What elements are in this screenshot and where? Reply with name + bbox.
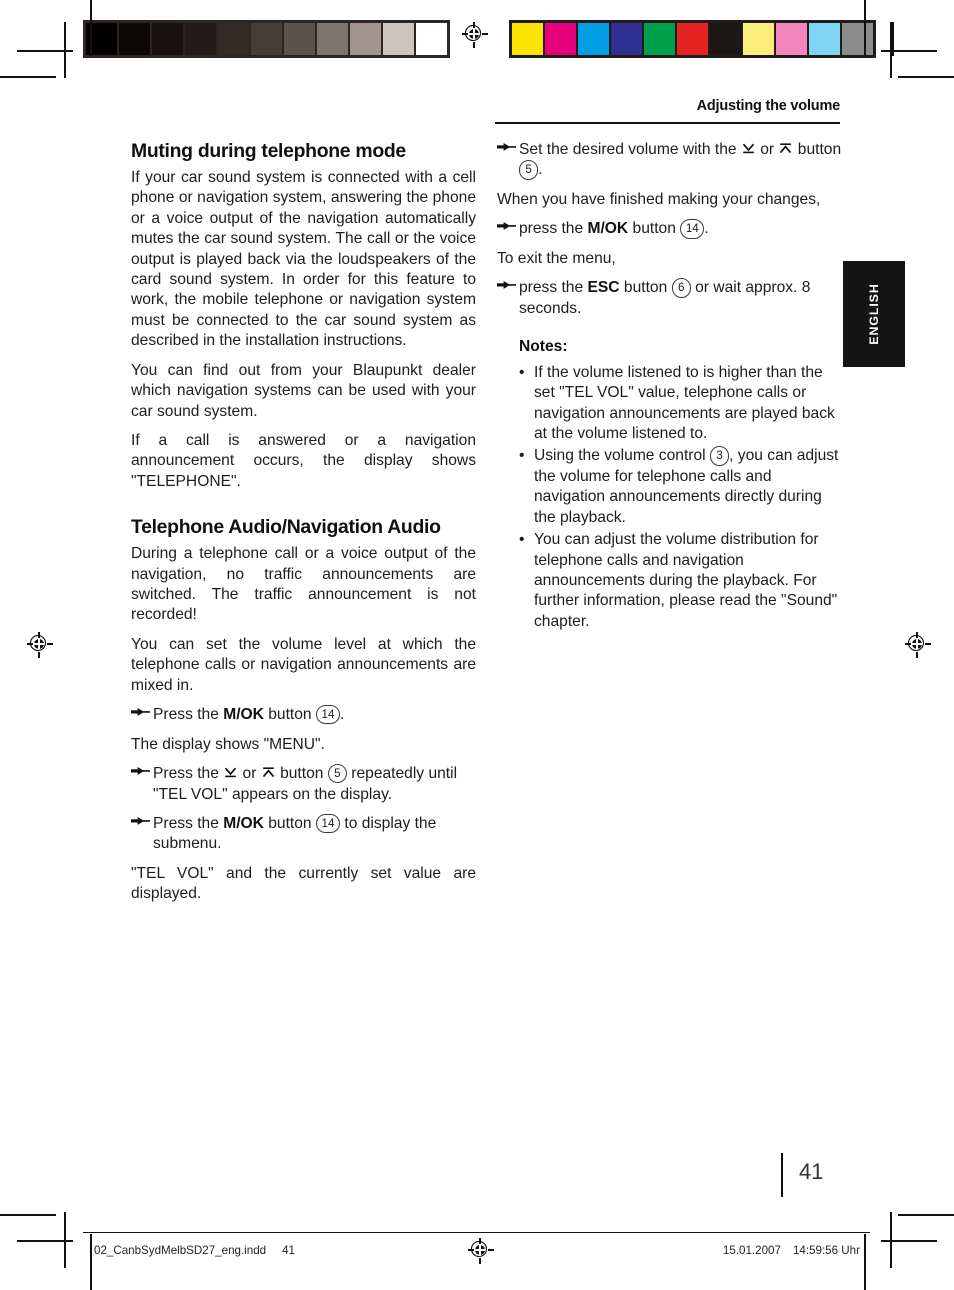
footer-date: 15.01.2007: [722, 1244, 781, 1257]
pointing-hand-icon: [131, 764, 153, 778]
step-text: press the ESC button 6 or wait approx. 8…: [519, 278, 842, 319]
reference-number-3: 3: [709, 446, 730, 466]
list-item: • If the volume listened to is higher th…: [519, 363, 842, 445]
step-text: Set the desired volume with the or butto…: [519, 140, 842, 181]
step-mid: button: [275, 765, 328, 783]
paragraph-muting-intro: If your car sound system is connected wi…: [131, 168, 476, 350]
button-label-esc: ESC: [587, 279, 620, 297]
notes-list: • If the volume listened to is higher th…: [497, 363, 842, 633]
pointing-hand-icon: [131, 814, 153, 828]
reference-number-6: 6: [671, 278, 691, 298]
language-tab-label: ENGLISH: [867, 283, 881, 345]
step-text: press the M/OK button 14.: [519, 219, 842, 240]
footer-slug: 02_CanbSydMelbSD27_eng.indd 41 15.01.2007…: [83, 1240, 870, 1266]
paragraph-telephone-display: If a call is answered or a navigation an…: [131, 431, 476, 490]
step-text: Press the M/OK button 14 to display the …: [153, 813, 476, 855]
step-prefix: press the: [519, 220, 588, 238]
step-suffix: .: [340, 706, 345, 724]
step-prefix: Press the: [153, 815, 224, 833]
language-tab-english: ENGLISH: [843, 261, 905, 367]
paragraph-display-shows-menu: The display shows "MENU".: [131, 735, 325, 753]
step-suffix: .: [538, 161, 543, 179]
step-mid: button: [263, 706, 316, 724]
step-press-mok-confirm: press the M/OK button 14.: [497, 219, 842, 240]
heading-muting-during-telephone-mode: Muting during telephone mode: [131, 140, 406, 162]
pointing-hand-icon: [497, 140, 519, 154]
paragraph-to-exit-menu: To exit the menu,: [497, 249, 616, 267]
pointing-hand-icon: [497, 219, 519, 233]
paragraph-tel-vol-displayed: "TEL VOL" and the currently set value ar…: [131, 864, 476, 903]
step-mid: button: [619, 279, 672, 297]
up-arrow-button-icon: [262, 766, 275, 779]
paragraph-no-traffic-announcements: During a telephone call or a voice outpu…: [131, 545, 476, 624]
bullet-icon: •: [519, 531, 525, 549]
paragraph-blaupunkt-dealer: You can find out from your Blaupunkt dea…: [131, 361, 476, 420]
heading-telephone-audio-navigation-audio: Telephone Audio/Navigation Audio: [131, 516, 441, 539]
step-set-desired-volume: Set the desired volume with the or butto…: [497, 140, 842, 181]
right-text-column: Set the desired volume with the or butto…: [497, 140, 842, 634]
notes-heading: Notes:: [519, 338, 568, 356]
step-prefix: Press the: [153, 706, 224, 724]
list-item: • Using the volume control 3, you can ad…: [519, 446, 842, 528]
down-arrow-button-icon: [224, 766, 237, 779]
footer-filename-group: 02_CanbSydMelbSD27_eng.indd 41: [94, 1244, 295, 1257]
footer-rule: [83, 1232, 870, 1234]
down-arrow-button-icon: [742, 142, 755, 155]
bullet-icon: •: [519, 447, 525, 465]
step-press-mok-submenu: Press the M/OK button 14 to display the …: [131, 813, 476, 855]
step-suffix: .: [704, 220, 709, 238]
step-press-mok-button: Press the M/OK button 14.: [131, 705, 476, 726]
step-text: Press the M/OK button 14.: [153, 705, 476, 726]
up-arrow-button-icon: [779, 142, 792, 155]
step-mid: button: [628, 220, 681, 238]
footer-page-number: 41: [282, 1244, 296, 1257]
running-header-title: Adjusting the volume: [696, 98, 841, 114]
step-mid: button: [263, 815, 316, 833]
button-label-mok: M/OK: [223, 706, 264, 724]
step-or: or: [755, 141, 779, 158]
step-text: Press the or button 5 repeatedly until "…: [153, 764, 476, 805]
step-press-updown-button: Press the or button 5 repeatedly until "…: [131, 764, 476, 805]
paragraph-finished-changes: When you have finished making your chang…: [497, 190, 821, 208]
step-prefix: Set the desired volume with the: [519, 141, 741, 158]
footer-filename: 02_CanbSydMelbSD27_eng.indd: [94, 1244, 267, 1257]
reference-number-5: 5: [327, 764, 347, 784]
reference-number-14: 14: [315, 813, 341, 834]
page-number: 41: [799, 1159, 824, 1184]
note-text: If the volume listened to is higher than…: [534, 363, 835, 442]
reference-number-14: 14: [315, 705, 341, 725]
step-or: or: [238, 765, 261, 783]
button-label-mok: M/OK: [223, 815, 264, 833]
step-mid: button: [793, 141, 842, 158]
left-text-column: Muting during telephone mode If your car…: [131, 140, 476, 914]
note-prefix: Using the volume control: [534, 447, 710, 465]
header-rule: [495, 122, 840, 125]
reference-number-14: 14: [680, 219, 705, 239]
reference-number-5: 5: [519, 160, 539, 180]
paragraph-volume-level-mixed-in: You can set the volume level at which th…: [131, 635, 476, 694]
pointing-hand-icon: [497, 278, 519, 292]
note-text: You can adjust the volume distribution f…: [534, 531, 838, 630]
note-text: Using the volume control 3, you can adju…: [534, 446, 842, 528]
pointing-hand-icon: [131, 705, 153, 719]
manual-page: Adjusting the volume Muting during telep…: [0, 0, 954, 1290]
step-prefix: press the: [519, 279, 588, 297]
bullet-icon: •: [519, 363, 525, 381]
list-item: • You can adjust the volume distribution…: [519, 530, 842, 632]
footer-time: 14:59:56 Uhr: [792, 1244, 860, 1257]
step-prefix: Press the: [153, 765, 224, 783]
button-label-mok: M/OK: [587, 220, 629, 238]
folio-rule: [781, 1153, 783, 1197]
step-press-esc: press the ESC button 6 or wait approx. 8…: [497, 278, 842, 319]
footer-timestamp-group: 15.01.2007 14:59:56 Uhr: [723, 1244, 860, 1257]
